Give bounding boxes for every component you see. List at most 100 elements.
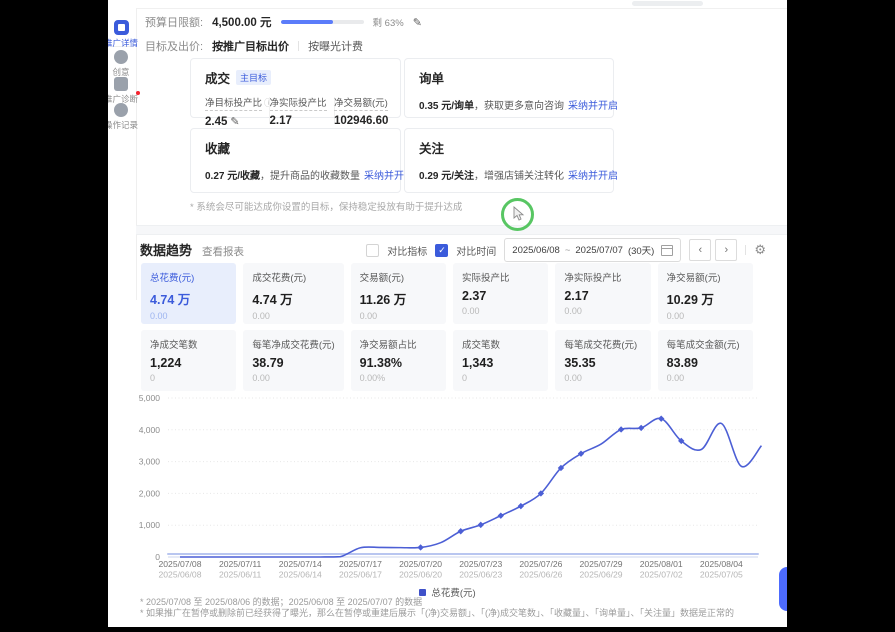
svg-text:2025/06/11: 2025/06/11: [219, 570, 262, 580]
chart-footnote-2: * 如果推广在暂停或删除前已经获得了曝光，那么在暂停或重建后展示「(净)交易额」…: [140, 606, 734, 619]
scrollbar-thumb[interactable]: [632, 1, 703, 6]
budget-label: 预算日限额:: [145, 14, 203, 30]
metric-value: 102946.60: [334, 115, 386, 127]
trend-metric-compare-value: 0.00: [667, 311, 744, 321]
primary-goal-badge: 主目标: [236, 70, 271, 85]
trend-metric-card-1[interactable]: 成交花费(元)4.74 万0.00: [243, 263, 343, 324]
budget-value: 4,500.00 元: [212, 14, 271, 30]
sidebar-item-3[interactable]: 操作记录: [108, 103, 148, 131]
trend-metric-label: 净交易额(元): [667, 270, 744, 284]
trend-metric-label: 净成交笔数: [150, 337, 227, 351]
tab-bid-by-goal[interactable]: 按推广目标出价: [212, 38, 289, 54]
trend-metric-value: 83.89: [667, 356, 744, 370]
goal-card-deal[interactable]: 成交 主目标 净目标投产比ⓘ 2.45✎ 净实际投产比 2.17 净交易额(元)…: [190, 58, 401, 118]
goal-card-title: 询单: [419, 68, 444, 87]
trend-metric-card-5[interactable]: 净交易额(元) 10.29 万 0.00: [658, 263, 753, 324]
trend-metric-card-4[interactable]: 净实际投产比2.170.00: [555, 263, 650, 324]
svg-text:2025/07/20: 2025/07/20: [399, 559, 442, 569]
svg-text:2025/07/08: 2025/07/08: [158, 559, 201, 569]
svg-text:2025/06/26: 2025/06/26: [519, 570, 562, 580]
trend-metric-value: 10.29 万: [667, 289, 744, 308]
trend-metric-value: 35.35: [564, 356, 641, 370]
metric-label: 净目标投产比ⓘ: [205, 95, 257, 109]
bidding-row: 目标及出价: 按推广目标出价 按曝光计费: [145, 39, 363, 53]
svg-text:2025/06/08: 2025/06/08: [158, 570, 201, 580]
megaphone-icon: [114, 20, 129, 35]
prev-period-button[interactable]: ‹: [689, 239, 711, 261]
trend-metric-card-7[interactable]: 每笔净成交花费(元)38.790.00: [243, 330, 343, 391]
svg-text:2025/07/23: 2025/07/23: [459, 559, 502, 569]
view-report-link[interactable]: 查看报表: [202, 244, 244, 259]
trend-metric-card-11[interactable]: 每笔成交金额(元) 83.89 0.00: [658, 330, 753, 391]
adopt-enable-link[interactable]: 采纳并开启: [568, 171, 618, 182]
svg-text:2025/07/11: 2025/07/11: [219, 559, 262, 569]
date-range-picker[interactable]: 2025/06/08 ~ 2025/07/07 (30天): [504, 238, 681, 262]
trend-metric-card-0[interactable]: 总花费(元)4.74 万0.00: [141, 263, 236, 324]
next-period-button[interactable]: ›: [715, 239, 737, 261]
goal-card-title: 关注: [419, 138, 444, 157]
goal-card-follow[interactable]: 关注 0.29 元/关注，增强店铺关注转化采纳并开启: [404, 128, 614, 193]
trend-metric-value: 2.37: [462, 289, 539, 303]
trend-metric-card-3[interactable]: 实际投产比2.370.00: [453, 263, 548, 324]
trend-line-chart[interactable]: 01,0002,0003,0004,0005,0002025/07/082025…: [108, 383, 787, 583]
sidebar-item-2[interactable]: 推广诊断: [108, 77, 148, 105]
trend-metric-value: 4.74 万: [150, 289, 227, 308]
compare-metric-checkbox[interactable]: [366, 244, 379, 257]
top-divider: [108, 8, 787, 9]
svg-text:5,000: 5,000: [139, 393, 161, 403]
budget-remaining: 剩 63%: [373, 15, 404, 29]
compare-time-checkbox[interactable]: [435, 244, 448, 257]
trend-metric-label: 每笔成交花费(元): [564, 337, 641, 351]
legend-label: 总花费(元): [431, 585, 475, 599]
goal-card-desc: 0.27 元/收藏，提升商品的收藏数量采纳并开启: [205, 167, 386, 182]
trend-metric-value: 91.38%: [360, 356, 437, 370]
budget-row: 预算日限额: 4,500.00 元 剩 63% ✎: [145, 14, 422, 30]
gear-icon[interactable]: ⚙: [754, 242, 766, 258]
trend-metric-compare-value: 0.00%: [360, 373, 437, 383]
trend-metric-value: 11.26 万: [360, 289, 437, 308]
svg-text:2025/07/05: 2025/07/05: [700, 570, 743, 580]
trend-metric-card-6[interactable]: 净成交笔数1,2240: [141, 330, 236, 391]
trend-metric-compare-value: 0.00: [252, 311, 334, 321]
svg-text:1,000: 1,000: [139, 520, 161, 530]
trend-metric-card-8[interactable]: 净交易额占比 91.38% 0.00%: [351, 330, 446, 391]
goal-card-inquiry[interactable]: 询单 0.35 元/询单，获取更多意向咨询采纳并开启: [404, 58, 614, 118]
adopt-enable-link[interactable]: 采纳并开启: [568, 101, 618, 112]
svg-text:2025/07/29: 2025/07/29: [580, 559, 623, 569]
trend-metric-value: 2.17: [564, 289, 641, 303]
trend-metric-compare-value: 0.00: [360, 311, 437, 321]
sidebar-item-1[interactable]: 创意: [108, 50, 148, 78]
svg-text:2025/07/02: 2025/07/02: [640, 570, 683, 580]
trend-metric-label: 每笔成交金额(元): [667, 337, 744, 351]
trend-metric-label: 净交易额占比: [360, 337, 437, 351]
trend-metric-value: 1,224: [150, 356, 227, 370]
trend-metric-compare-value: 0.00: [564, 373, 641, 383]
budget-progress-fill: [281, 20, 333, 24]
trend-metric-value: 1,343: [462, 356, 539, 370]
sidebar-item-0[interactable]: 推广详情: [108, 20, 148, 49]
trend-metric-card-9[interactable]: 成交笔数1,3430: [453, 330, 548, 391]
trend-metric-compare-value: 0.00: [252, 373, 334, 383]
diagnosis-icon: [114, 77, 128, 91]
floating-action-pill[interactable]: [779, 567, 787, 611]
trends-section-title: 数据趋势: [140, 240, 192, 259]
trend-metric-card-10[interactable]: 每笔成交花费(元) 35.35 0.00: [555, 330, 650, 391]
trend-metric-label: 成交笔数: [462, 337, 539, 351]
metric-value: 2.45✎: [205, 115, 257, 128]
trend-metric-card-2[interactable]: 交易额(元)11.26 万0.00: [351, 263, 446, 324]
metric-label: 净交易额(元): [334, 95, 386, 109]
tab-bid-by-exposure[interactable]: 按曝光计费: [308, 38, 363, 54]
svg-text:2025/06/29: 2025/06/29: [580, 570, 623, 580]
svg-text:2,000: 2,000: [139, 488, 161, 498]
trend-metric-compare-value: 0.00: [667, 373, 744, 383]
trend-metric-label: 实际投产比: [462, 270, 539, 284]
section-separator: [136, 225, 787, 235]
tab-separator: [298, 41, 299, 51]
budget-progress-bar: [281, 20, 364, 24]
metric-value: 2.17: [270, 115, 322, 127]
edit-target-roi-icon[interactable]: ✎: [230, 116, 239, 128]
edit-budget-icon[interactable]: ✎: [413, 16, 422, 29]
compare-time-label: 对比时间: [456, 243, 496, 258]
goal-card-favorite[interactable]: 收藏 0.27 元/收藏，提升商品的收藏数量采纳并开启: [190, 128, 401, 193]
history-clock-icon: [114, 103, 128, 117]
